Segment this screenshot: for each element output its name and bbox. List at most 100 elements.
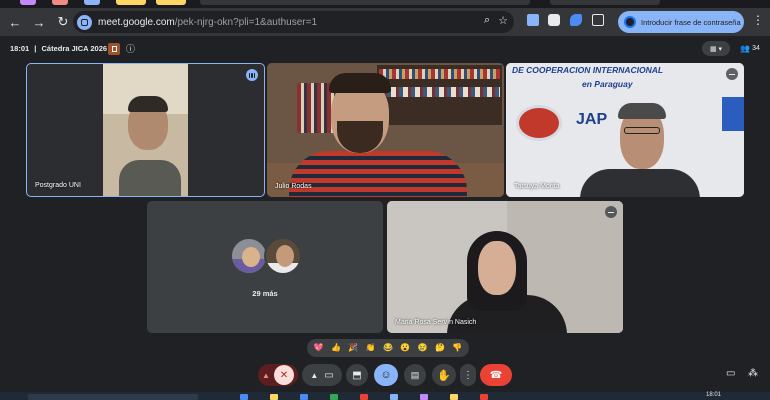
address-bar[interactable]: meet.google.com/pek-njrg-okn?pli=1&authu… <box>73 11 514 33</box>
tab[interactable] <box>84 0 100 5</box>
mic-muted-icon <box>726 68 738 80</box>
end-call-icon: ☎ <box>489 369 503 381</box>
more-options-button[interactable]: ⋮ <box>460 364 476 386</box>
mic-control-group: ▲ ✕ <box>258 364 298 386</box>
captions-icon: ▤ <box>410 369 420 380</box>
arrow-left-icon[interactable]: ← <box>4 11 26 33</box>
person-body <box>289 151 467 197</box>
taskbar-app-icon[interactable] <box>480 394 488 400</box>
participant-name: Maria Rosa Servín Nasich <box>395 319 477 326</box>
zoom-icon[interactable]: ⌕ <box>484 14 490 27</box>
background-logo-text: JAP <box>576 111 608 128</box>
participant-name: Tatsuya Morita <box>514 183 560 190</box>
reaction-laugh[interactable]: 😂 <box>383 344 393 352</box>
participant-tile[interactable]: Maria Rosa Servín Nasich <box>387 201 623 333</box>
tab[interactable] <box>20 0 36 5</box>
extension-docs-icon[interactable] <box>527 14 539 26</box>
taskbar-app-icon[interactable] <box>420 394 428 400</box>
chevron-up-icon[interactable]: ▲ <box>262 371 270 380</box>
extensions-puzzle-icon[interactable] <box>592 14 604 26</box>
taskbar-clock: 18:01 <box>706 392 722 398</box>
reload-icon[interactable]: ↻ <box>52 11 74 33</box>
extension-icon[interactable] <box>548 14 560 26</box>
profile-avatar-icon <box>624 16 636 28</box>
tab[interactable] <box>550 0 660 5</box>
raise-hand-icon: ✋ <box>437 369 451 382</box>
taskbar-app-icon[interactable] <box>360 394 368 400</box>
layout-button[interactable]: ▦ ▾ <box>702 41 730 56</box>
meeting-header: 18:01 | Cátedra JICA 2026 ⓘ ▦ ▾ 👥 34 <box>0 40 770 58</box>
chat-icon[interactable]: ▭ <box>726 368 735 379</box>
mic-off-icon[interactable]: ✕ <box>273 365 294 385</box>
tab[interactable] <box>116 0 146 5</box>
reaction-heart[interactable]: 💖 <box>314 344 324 352</box>
speaking-indicator-icon <box>246 69 258 81</box>
present-button[interactable]: ⬒ <box>346 364 368 386</box>
meeting-name: Cátedra JICA 2026 <box>41 44 108 53</box>
browser-menu-icon[interactable]: ⋮ <box>752 13 764 27</box>
taskbar-app-icon[interactable] <box>240 394 248 400</box>
browser-toolbar: ← → ↻ meet.google.com/pek-njrg-okn?pli=1… <box>0 8 770 36</box>
reaction-clap[interactable]: 👏 <box>366 344 376 352</box>
reaction-surprised[interactable]: 😮 <box>400 344 410 352</box>
star-icon[interactable]: ☆ <box>498 14 508 27</box>
more-options-icon: ⋮ <box>463 369 473 381</box>
avatar <box>230 237 268 275</box>
title-separator: | <box>34 44 37 53</box>
participant-tile[interactable]: Julio Rodas <box>267 63 504 197</box>
activities-icon[interactable]: ⁂ <box>748 368 758 379</box>
browser-tab-strip <box>0 0 770 8</box>
taskbar-app-icon[interactable] <box>390 394 398 400</box>
reaction-thumbs-down[interactable]: 👎 <box>452 344 462 352</box>
reaction-party[interactable]: 🎉 <box>348 344 358 352</box>
participant-name: Postgrado UNI <box>35 182 81 189</box>
url-text[interactable]: meet.google.com/pek-njrg-okn?pli=1&authu… <box>98 17 317 28</box>
present-icon: ⬒ <box>352 369 362 381</box>
emoji-icon: ☺ <box>380 369 392 381</box>
chevron-up-icon[interactable]: ▲ <box>310 371 318 380</box>
password-prompt-button[interactable]: Introducir frase de contraseña <box>618 11 744 33</box>
participant-tile[interactable]: DE COOPERACION INTERNACIONAL en Paraguay… <box>506 63 744 197</box>
camera-icon[interactable]: ▭ <box>324 370 333 381</box>
participant-count: 34 <box>752 45 760 52</box>
leave-call-button[interactable]: ☎ <box>480 364 512 386</box>
meeting-title: 18:01 | Cátedra JICA 2026 <box>10 44 107 53</box>
taskbar-app-icon[interactable] <box>300 394 308 400</box>
more-participants-label: 29 más <box>252 289 278 298</box>
reaction-sad[interactable]: 😢 <box>418 344 428 352</box>
jica-globe-logo <box>516 105 562 141</box>
background-sign-text: en Paraguay <box>582 79 633 89</box>
captions-button[interactable]: ▤ <box>404 364 426 386</box>
glasses <box>624 127 660 134</box>
taskbar-app-icon[interactable] <box>450 394 458 400</box>
os-taskbar: 18:01 <box>0 392 770 400</box>
people-icon: 👥 <box>740 44 751 53</box>
host-controls-icon[interactable] <box>108 43 120 55</box>
site-info-icon[interactable] <box>77 14 92 30</box>
others-tile[interactable]: 29 más <box>147 201 383 333</box>
participant-tile[interactable]: Postgrado UNI <box>26 63 265 197</box>
arrow-right-icon[interactable]: → <box>28 11 50 33</box>
active-tab[interactable] <box>200 0 530 5</box>
screen: ← → ↻ meet.google.com/pek-njrg-okn?pli=1… <box>0 0 770 400</box>
extension-send-icon[interactable] <box>570 14 582 26</box>
taskbar-app-icon[interactable] <box>270 394 278 400</box>
tab[interactable] <box>156 0 186 5</box>
reaction-thumbs-up[interactable]: 👍 <box>331 344 341 352</box>
mic-muted-icon <box>605 206 617 218</box>
meeting-info-icon[interactable]: ⓘ <box>126 42 135 55</box>
background-sign-text: DE COOPERACION INTERNACIONAL <box>512 65 664 75</box>
taskbar-app-icon[interactable] <box>330 394 338 400</box>
reaction-thinking[interactable]: 🤔 <box>435 344 445 352</box>
password-prompt-label: Introducir frase de contraseña <box>641 17 741 27</box>
taskbar-search[interactable] <box>28 394 198 400</box>
reactions-bar: 💖 👍 🎉 👏 😂 😮 😢 🤔 👎 <box>307 339 469 357</box>
participant-name: Julio Rodas <box>275 183 312 190</box>
raise-hand-button[interactable]: ✋ <box>432 364 456 386</box>
camera-control-group: ▲ ▭ <box>302 364 342 386</box>
emoji-button[interactable]: ☺ <box>374 364 398 386</box>
tab[interactable] <box>52 0 68 5</box>
meeting-time: 18:01 <box>10 44 30 53</box>
person-head <box>478 241 516 295</box>
participants-button[interactable]: 👥 34 <box>736 41 764 56</box>
